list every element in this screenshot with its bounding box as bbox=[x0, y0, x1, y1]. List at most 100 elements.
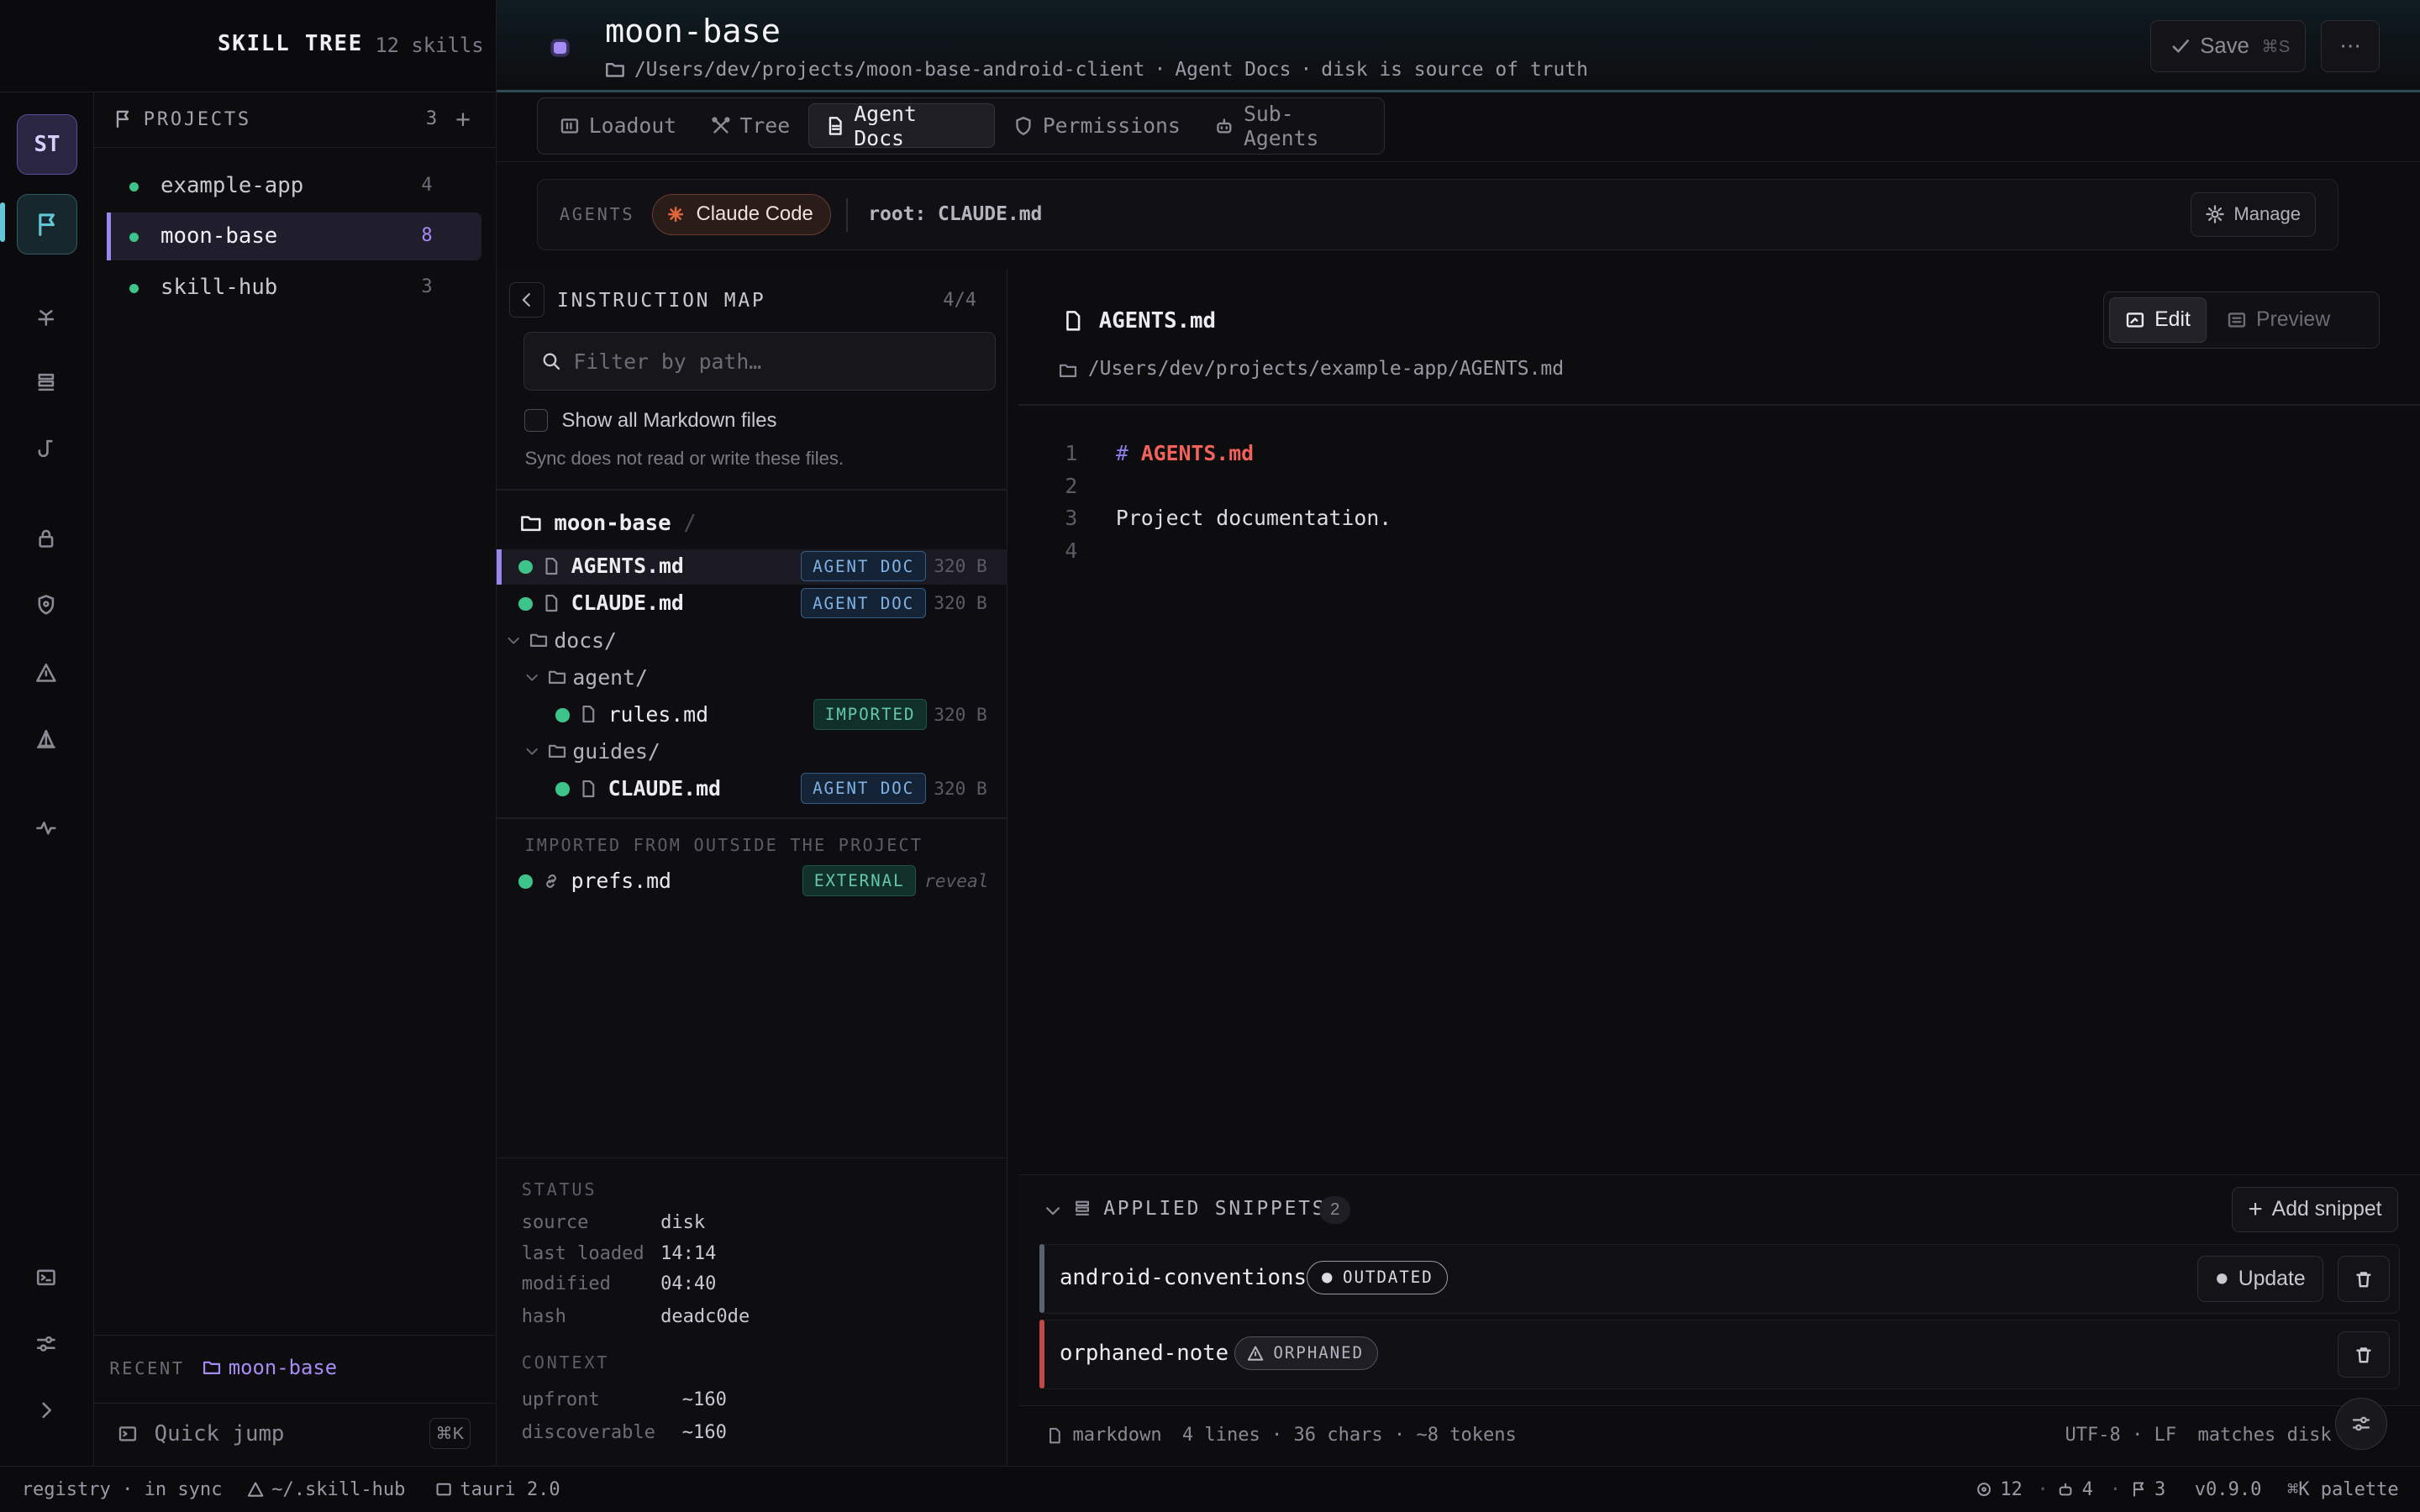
code-line[interactable]: Project documentation. bbox=[1116, 506, 1392, 530]
lock-icon bbox=[39, 529, 54, 548]
show-all-label: Show all Markdown files bbox=[561, 408, 777, 432]
command-palette-button[interactable]: ⌘K palette bbox=[2287, 1479, 2399, 1500]
hub-path-label: ~/.skill-hub bbox=[271, 1478, 406, 1500]
page-title: moon-base bbox=[604, 12, 781, 50]
folder-icon bbox=[529, 633, 548, 648]
more-options-button[interactable]: ⋯ bbox=[2321, 19, 2381, 73]
projects-nav-button[interactable] bbox=[17, 194, 77, 255]
delete-snippet-button[interactable] bbox=[2337, 1256, 2391, 1303]
quick-jump-button[interactable]: Quick jump ⌘K bbox=[94, 1404, 497, 1465]
file-row[interactable]: AGENTS.md AGENT DOC 320 B bbox=[497, 549, 1008, 585]
agent-chip-claude-code[interactable]: Claude Code bbox=[652, 193, 831, 236]
preview-icon bbox=[2228, 312, 2246, 328]
file-row[interactable]: CLAUDE.md AGENT DOC 320 B bbox=[497, 771, 1007, 806]
terminal-nav-button[interactable] bbox=[28, 1259, 65, 1296]
more-icon: ⋯ bbox=[2339, 34, 2362, 59]
show-all-checkbox[interactable] bbox=[524, 408, 548, 433]
context-key: discoverable bbox=[521, 1421, 655, 1443]
filter-field[interactable] bbox=[523, 331, 996, 391]
folder-icon bbox=[203, 1361, 220, 1374]
tab-sub-agents[interactable]: Sub-Agents bbox=[1199, 101, 1384, 150]
chevron-down-icon[interactable] bbox=[1044, 1201, 1062, 1220]
shield-icon bbox=[1016, 116, 1031, 135]
chevron-left-icon bbox=[522, 293, 531, 307]
context-key: upfront bbox=[521, 1389, 600, 1411]
preview-mode-button[interactable]: Preview bbox=[2212, 297, 2346, 342]
tab-permissions[interactable]: Permissions bbox=[997, 103, 1196, 148]
folder-icon bbox=[548, 670, 566, 685]
status-value: 04:40 bbox=[660, 1273, 717, 1295]
file-row[interactable]: CLAUDE.md AGENT DOC 320 B bbox=[497, 586, 1007, 622]
registry-status[interactable]: registry · in sync bbox=[22, 1479, 223, 1500]
recent-project-link[interactable]: moon-base bbox=[203, 1356, 337, 1379]
file-name: AGENTS.md bbox=[571, 554, 684, 579]
projects-count: 3 bbox=[2130, 1479, 2165, 1500]
file-icon bbox=[1065, 311, 1081, 331]
snippets-nav-button[interactable] bbox=[28, 364, 65, 401]
hub-path[interactable]: ~/.skill-hub bbox=[247, 1478, 406, 1500]
secrets-nav-button[interactable] bbox=[28, 520, 65, 557]
file-row[interactable]: rules.md IMPORTED 320 B bbox=[497, 697, 1007, 732]
plus-icon: + bbox=[2248, 1195, 2263, 1224]
page-header: moon-base /Users/dev/projects/moon-base-… bbox=[497, 0, 2420, 93]
folder-icon bbox=[521, 516, 541, 532]
divider bbox=[846, 198, 849, 233]
project-item-skill-hub[interactable]: skill-hub 3 bbox=[107, 264, 481, 312]
snippet-row[interactable]: android-conventions OUTDATED Update bbox=[1039, 1243, 2401, 1314]
add-snippet-button[interactable]: + Add snippet bbox=[2231, 1187, 2399, 1232]
line-number: 4 bbox=[1065, 538, 1078, 563]
skill-tree-nav-button[interactable] bbox=[28, 297, 65, 334]
agents-label: AGENTS bbox=[559, 204, 635, 225]
tab-tree[interactable]: Tree bbox=[695, 103, 805, 148]
tab-agent-docs[interactable]: Agent Docs bbox=[808, 102, 995, 150]
manage-agents-button[interactable]: Manage bbox=[2191, 192, 2317, 237]
code-text: Project documentation. bbox=[1115, 506, 1392, 531]
code-line[interactable]: # AGENTS.md bbox=[1116, 441, 1254, 465]
deploy-nav-button[interactable] bbox=[28, 721, 65, 758]
project-item-moon-base[interactable]: moon-base 8 bbox=[106, 213, 482, 261]
folder-row[interactable]: agent/ bbox=[497, 660, 1007, 696]
editor-filepath: /Users/dev/projects/example-app/AGENTS.m… bbox=[1087, 358, 1565, 381]
permissions-nav-button[interactable] bbox=[28, 586, 65, 623]
gear-icon bbox=[2206, 205, 2225, 224]
snippet-row[interactable]: orphaned-note ORPHANED bbox=[1039, 1319, 2401, 1389]
search-icon bbox=[543, 353, 560, 370]
line-number: 2 bbox=[1065, 473, 1078, 498]
collapse-map-button[interactable] bbox=[509, 282, 545, 318]
terminal-icon bbox=[37, 1269, 56, 1286]
agents-count-value: 4 bbox=[2081, 1478, 2093, 1500]
folder-row[interactable]: docs/ bbox=[497, 623, 1007, 659]
hooks-nav-button[interactable] bbox=[28, 430, 65, 467]
skill-count: 12 skills bbox=[375, 34, 484, 58]
delete-snippet-button[interactable] bbox=[2337, 1331, 2391, 1378]
chevron-down-icon bbox=[526, 675, 539, 681]
folder-row[interactable]: guides/ bbox=[497, 734, 1007, 769]
project-item-example-app[interactable]: example-app 4 bbox=[107, 162, 481, 210]
language-label: markdown bbox=[1072, 1425, 1162, 1446]
update-snippet-button[interactable]: Update bbox=[2196, 1256, 2324, 1303]
save-button[interactable]: Save ⌘S bbox=[2149, 19, 2306, 73]
expand-rail-button[interactable] bbox=[28, 1392, 65, 1429]
add-project-button[interactable]: + bbox=[455, 105, 471, 135]
tree-root[interactable]: moon-base / bbox=[520, 511, 697, 536]
tab-label: Sub-Agents bbox=[1243, 101, 1319, 150]
sail-icon bbox=[37, 729, 56, 748]
filter-input[interactable] bbox=[573, 346, 975, 378]
flag-icon bbox=[2133, 1482, 2144, 1497]
avatar[interactable]: ST bbox=[17, 113, 77, 175]
edit-mode-button[interactable]: Edit bbox=[2108, 297, 2207, 343]
status-title: STATUS bbox=[521, 1179, 597, 1200]
status-value: disk bbox=[660, 1211, 706, 1233]
link-icon bbox=[545, 874, 556, 888]
warnings-nav-button[interactable] bbox=[28, 654, 65, 691]
settings-nav-button[interactable] bbox=[28, 1326, 65, 1362]
robot-icon bbox=[2060, 1483, 2072, 1496]
reveal-link[interactable]: reveal bbox=[924, 870, 988, 891]
file-size: 320 B bbox=[934, 555, 987, 577]
activity-nav-button[interactable] bbox=[28, 810, 65, 847]
external-file-row[interactable]: prefs.md EXTERNAL reveal bbox=[497, 864, 1007, 900]
tab-loadout[interactable]: Loadout bbox=[544, 103, 692, 148]
agent-doc-badge: AGENT DOC bbox=[801, 587, 926, 619]
agent-doc-badge: AGENT DOC bbox=[801, 550, 926, 582]
folder-icon bbox=[606, 62, 624, 77]
